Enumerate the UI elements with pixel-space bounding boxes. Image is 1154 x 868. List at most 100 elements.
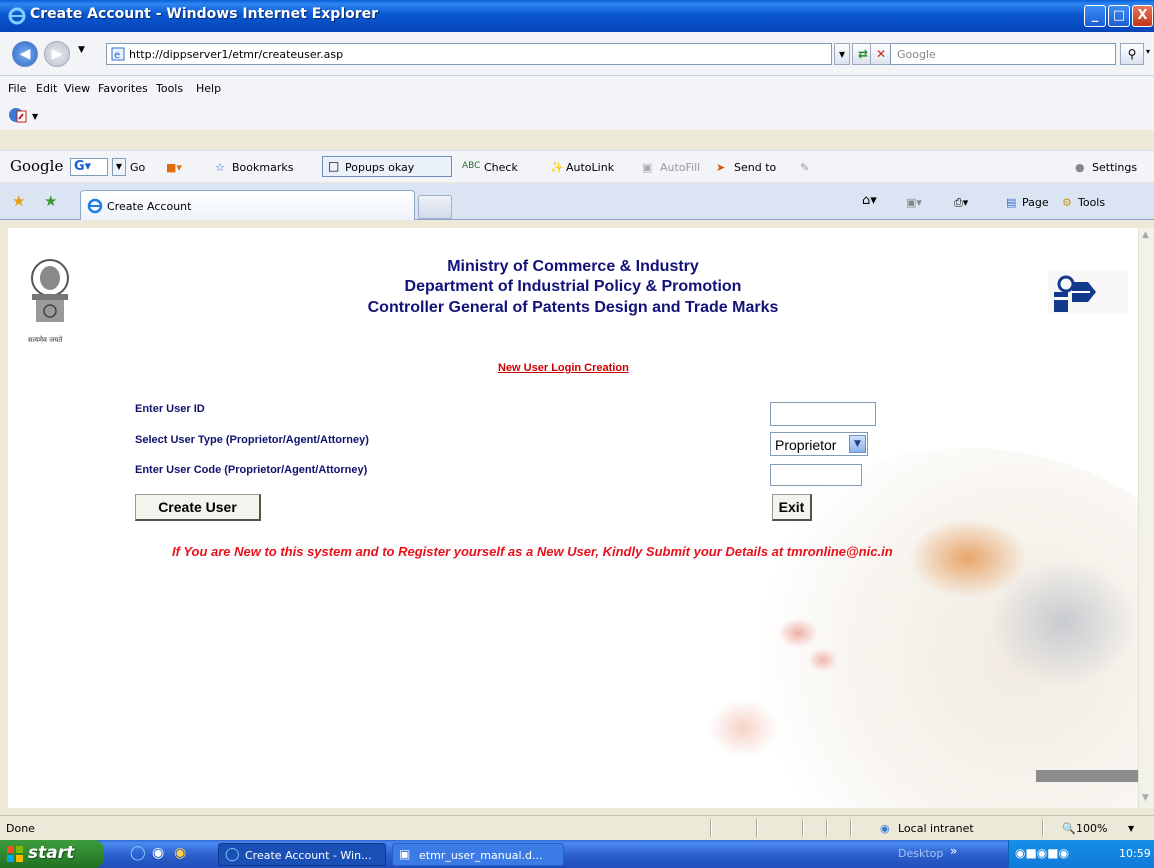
- search-icon[interactable]: ⚲: [1120, 43, 1144, 65]
- task-word-document[interactable]: ▣ etmr_user_manual.d...: [392, 843, 564, 866]
- popup-icon: □: [328, 159, 340, 173]
- favorites-star-icon[interactable]: ★: [12, 192, 25, 210]
- google-search-dropdown[interactable]: G▾: [70, 158, 108, 176]
- ie-tab-icon: [87, 198, 103, 214]
- print-icon[interactable]: ⎙▾: [954, 196, 968, 210]
- background-dot: [778, 618, 818, 648]
- search-input[interactable]: Google: [890, 43, 1116, 65]
- page-icon: e: [111, 47, 125, 61]
- toolbar-expand-icon[interactable]: »: [950, 844, 957, 858]
- popups-button[interactable]: □ Popups okay: [322, 156, 452, 177]
- minimize-button[interactable]: _: [1084, 5, 1106, 27]
- url-input[interactable]: e http://dippserver1/etmr/createuser.asp: [106, 43, 832, 65]
- quicklaunch-browser-icon[interactable]: ◉: [152, 845, 164, 861]
- task-create-account[interactable]: ◯ Create Account - Win...: [218, 843, 386, 866]
- menu-bar: File Edit View Favorites Tools Help ▼: [0, 76, 1154, 130]
- tray-icons[interactable]: ◉■◉■◉: [1015, 846, 1069, 860]
- ie-icon: [8, 7, 26, 25]
- new-user-login-link[interactable]: New User Login Creation: [498, 362, 629, 374]
- url-dropdown-icon[interactable]: ▾: [834, 43, 850, 65]
- sendto-icon: ➤: [716, 161, 726, 174]
- desktop-toolbar[interactable]: Desktop: [898, 847, 943, 860]
- clock: 10:59: [1119, 847, 1151, 860]
- status-text: Done: [6, 822, 35, 835]
- menu-edit[interactable]: Edit: [36, 82, 57, 95]
- pdf-dropdown-icon[interactable]: ▼: [32, 112, 38, 121]
- header-department: Department of Industrial Policy & Promot…: [404, 278, 742, 295]
- header-controller: Controller General of Patents Design and…: [367, 299, 779, 316]
- user-code-input[interactable]: [770, 464, 862, 486]
- user-type-selected: Proprietor: [775, 437, 837, 453]
- exit-button[interactable]: Exit: [772, 494, 812, 521]
- address-bar: ◀ ▶ ▼ e http://dippserver1/etmr/createus…: [0, 32, 1154, 76]
- label-user-id: Enter User ID: [135, 403, 205, 415]
- label-user-code: Enter User Code (Proprietor/Agent/Attorn…: [135, 464, 368, 476]
- system-tray: ◉■◉■◉ 10:59: [1008, 840, 1154, 868]
- registration-notice: If You are New to this system and to Reg…: [172, 544, 893, 559]
- google-dropdown-icon[interactable]: ▼: [112, 158, 126, 176]
- windows-logo-icon: [7, 846, 23, 862]
- background-globe: [988, 558, 1138, 688]
- settings-icon: ●: [1075, 161, 1085, 174]
- menu-tools[interactable]: Tools: [156, 82, 183, 95]
- page-content: सत्यमेव जयते Ministry of Commerce & Indu…: [8, 228, 1138, 808]
- stop-icon[interactable]: ✕: [870, 43, 892, 65]
- tab-create-account[interactable]: Create Account: [80, 190, 415, 220]
- quicklaunch-ie-icon[interactable]: ◯: [130, 845, 146, 861]
- pdf-icon[interactable]: [8, 106, 28, 124]
- check-button[interactable]: Check: [484, 161, 518, 174]
- gadget-icon[interactable]: ■▾: [166, 161, 182, 174]
- chevron-down-icon[interactable]: ▼: [849, 435, 866, 453]
- add-favorites-icon[interactable]: ★: [44, 192, 57, 210]
- page-menu[interactable]: Page: [1022, 196, 1049, 209]
- window-title: Create Account - Windows Internet Explor…: [30, 6, 379, 22]
- search-placeholder: Google: [897, 48, 936, 61]
- go-button[interactable]: Go: [130, 161, 145, 174]
- google-toolbar: Google G▾ ▼ Go ■▾ ☆ Bookmarks □ Popups o…: [0, 150, 1154, 182]
- create-user-button[interactable]: Create User: [135, 494, 261, 521]
- background-bar: [1036, 770, 1138, 782]
- history-dropdown-icon[interactable]: ▼: [78, 45, 85, 55]
- task-label: Create Account - Win...: [245, 849, 372, 862]
- bookmarks-button[interactable]: Bookmarks: [232, 161, 293, 174]
- menu-file[interactable]: File: [8, 82, 26, 95]
- zoom-icon: 🔍: [1062, 822, 1076, 835]
- sendto-button[interactable]: Send to: [734, 161, 776, 174]
- url-text: http://dippserver1/etmr/createuser.asp: [129, 48, 344, 61]
- home-icon[interactable]: ⌂▾: [862, 193, 877, 208]
- back-button[interactable]: ◀: [12, 41, 38, 67]
- office-logo: [1048, 270, 1128, 314]
- user-type-select[interactable]: Proprietor ▼: [770, 432, 868, 456]
- scroll-down-icon[interactable]: ▼: [1142, 793, 1149, 803]
- start-button[interactable]: start: [0, 840, 104, 868]
- page-menu-icon: ▤: [1006, 196, 1017, 209]
- status-bar: Done ◉ Local intranet 🔍 100% ▼: [0, 815, 1154, 839]
- menu-favorites[interactable]: Favorites: [98, 82, 148, 95]
- task-word-icon: ▣: [399, 847, 411, 861]
- autolink-button[interactable]: AutoLink: [566, 161, 614, 174]
- forward-button[interactable]: ▶: [44, 41, 70, 67]
- google-logo: Google: [10, 157, 64, 175]
- close-button[interactable]: X: [1132, 5, 1153, 27]
- zoom-level[interactable]: 100%: [1076, 822, 1107, 835]
- menu-help[interactable]: Help: [196, 82, 221, 95]
- search-options-icon[interactable]: ▾: [1146, 47, 1150, 56]
- scroll-up-icon[interactable]: ▲: [1142, 230, 1149, 240]
- pencil-icon[interactable]: ✎: [800, 161, 809, 174]
- menu-view[interactable]: View: [64, 82, 90, 95]
- tools-menu[interactable]: Tools: [1078, 196, 1105, 209]
- svg-text:e: e: [114, 50, 120, 61]
- tab-bar: ★ ★ Create Account ⌂▾ ▣▾ ⎙▾ ▤ Page ⚙ Too…: [0, 183, 1154, 220]
- settings-button[interactable]: Settings: [1092, 161, 1137, 174]
- feeds-icon[interactable]: ▣▾: [906, 196, 922, 209]
- vertical-scrollbar[interactable]: ▲ ▼: [1138, 228, 1154, 808]
- zoom-dropdown-icon[interactable]: ▼: [1128, 824, 1134, 833]
- maximize-button[interactable]: □: [1108, 5, 1130, 27]
- taskbar: start ◯ ◉ ◉ ◯ Create Account - Win... ▣ …: [0, 840, 1154, 868]
- user-id-input[interactable]: [770, 402, 876, 426]
- popups-label: Popups okay: [345, 161, 415, 174]
- new-tab-button[interactable]: [418, 195, 452, 219]
- tab-label: Create Account: [107, 200, 192, 213]
- autofill-button[interactable]: AutoFill: [660, 161, 700, 174]
- quicklaunch-app-icon[interactable]: ◉: [174, 845, 186, 861]
